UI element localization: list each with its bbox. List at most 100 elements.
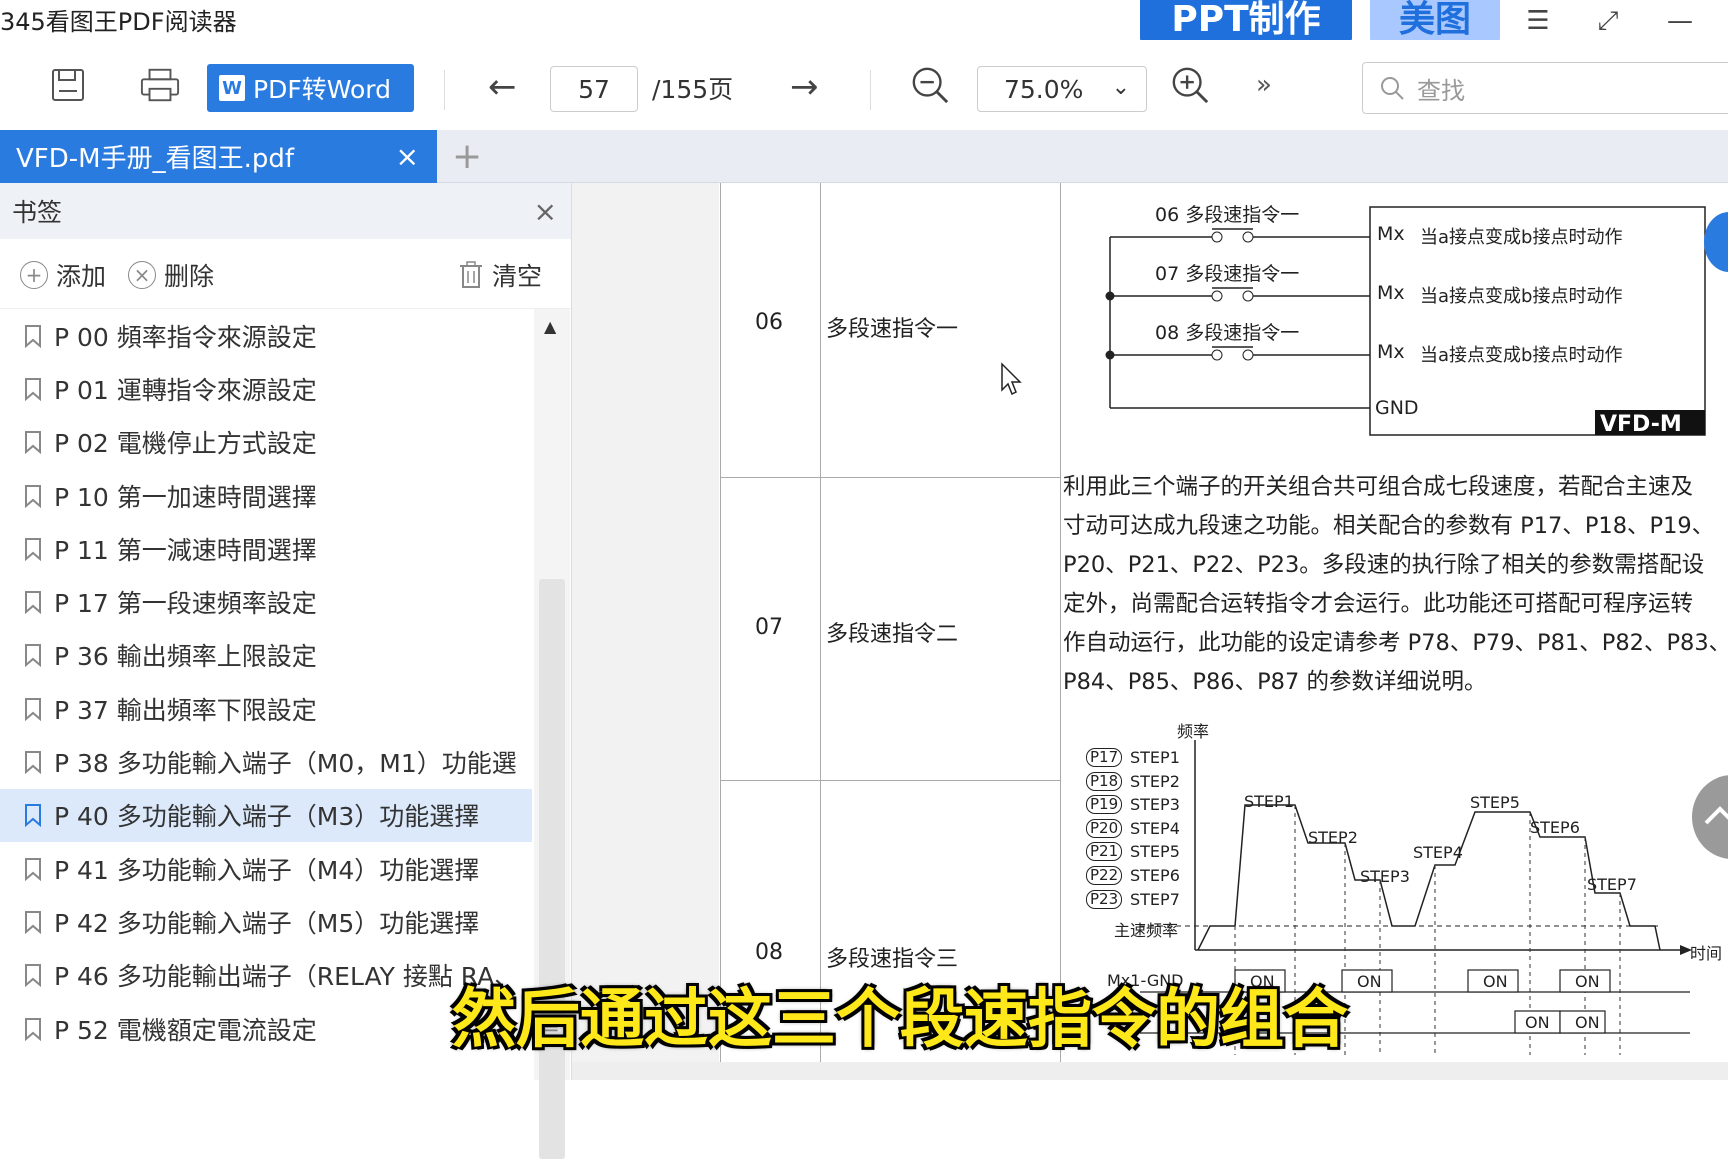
step-name: STEP7 <box>1130 889 1180 909</box>
step-label: STEP3 <box>1360 867 1410 886</box>
close-tab-icon[interactable]: × <box>396 140 419 173</box>
print-icon[interactable] <box>140 65 180 105</box>
on-label: ON <box>1575 972 1600 991</box>
fullscreen-icon[interactable]: ⤢ <box>1592 6 1624 37</box>
bookmark-item[interactable]: P 10 第一加速時間選擇 <box>0 469 532 522</box>
step-label: STEP1 <box>1244 792 1294 811</box>
clear-bookmarks-button[interactable]: 清空 <box>458 257 542 293</box>
document-paragraph: 利用此三个端子的开关组合共可组合成七段速度，若配合主速及 寸动可达成九段速之功能… <box>1063 474 1728 695</box>
zoom-in-icon[interactable] <box>1170 65 1210 105</box>
step-name: STEP6 <box>1130 866 1180 885</box>
title-bar: 345看图王PDF阅读器 PPT制作 美图 ☰ ⤢ — <box>0 0 1728 44</box>
bookmark-icon <box>25 377 41 401</box>
page-number-input[interactable] <box>550 66 638 112</box>
param-tag: P20 <box>1086 818 1123 838</box>
param-tag: P17 <box>1086 748 1123 767</box>
bookmark-icon <box>25 804 41 828</box>
divider <box>444 70 445 110</box>
table-cell-label: 多段速指令一 <box>826 317 959 342</box>
bookmark-item[interactable]: P 00 頻率指令來源設定 <box>0 309 532 362</box>
switch-label: 06 多段速指令一 <box>1155 204 1300 226</box>
word-icon: W <box>219 75 245 101</box>
bookmark-icon <box>25 324 41 348</box>
more-tools-button[interactable]: » <box>1256 70 1272 100</box>
bookmark-label: P 37 輸出頻率下限設定 <box>54 695 317 725</box>
save-icon[interactable] <box>48 65 88 105</box>
bookmark-icon <box>25 484 41 508</box>
plus-icon: + <box>20 261 48 289</box>
bookmark-item[interactable]: P 38 多功能輸入端子（M0，M1）功能選 <box>0 735 532 788</box>
bookmark-item[interactable]: P 41 多功能輸入端子（M4）功能選擇 <box>0 842 532 895</box>
bookmark-item[interactable]: P 02 電機停止方式設定 <box>0 416 532 469</box>
menu-icon[interactable]: ☰ <box>1522 6 1554 36</box>
gnd-label: GND <box>1375 397 1419 419</box>
next-page-icon[interactable]: → <box>790 70 819 104</box>
bookmark-label: P 02 電機停止方式設定 <box>54 429 317 459</box>
y-axis-label: 频率 <box>1177 722 1210 741</box>
bookmark-item[interactable]: P 01 運轉指令來源設定 <box>0 362 532 415</box>
bookmark-scrollbar[interactable]: ▲ ≡ <box>534 309 570 1159</box>
new-tab-icon[interactable]: + <box>452 136 482 177</box>
step-name: STEP1 <box>1130 748 1180 767</box>
bookmark-item[interactable]: P 36 輸出頻率上限設定 <box>0 629 532 682</box>
bookmark-label: P 42 多功能輸入端子（M5）功能選擇 <box>54 908 480 938</box>
close-panel-icon[interactable]: × <box>534 195 557 228</box>
clear-label: 清空 <box>492 262 543 291</box>
scrollbar-thumb[interactable] <box>539 579 565 1159</box>
table-cell-label: 多段速指令三 <box>826 947 959 972</box>
bookmark-panel: 书签 × + 添加 × 删除 清空 P 00 頻率指令來源設定 P 01 運轉指令… <box>0 183 572 1159</box>
table-line <box>720 477 1060 478</box>
bookmark-item[interactable]: P 11 第一減速時間選擇 <box>0 522 532 575</box>
horizontal-scrollbar[interactable] <box>572 1062 1728 1080</box>
bookmark-item[interactable]: P 17 第一段速頻率設定 <box>0 575 532 628</box>
bookmark-panel-title: 书签 <box>12 198 63 227</box>
bookmark-label: P 40 多功能輸入端子（M3）功能選擇 <box>54 802 480 832</box>
param-tag: P21 <box>1086 842 1123 862</box>
mouse-cursor-icon <box>1001 362 1022 396</box>
bookmark-label: P 52 電機額定電流設定 <box>54 1015 317 1045</box>
param-tag: P18 <box>1086 771 1123 791</box>
on-label: ON <box>1525 1013 1550 1032</box>
prev-page-icon[interactable]: ← <box>488 70 517 104</box>
tab-document[interactable]: VFD-M手册_看图王.pdf × <box>0 130 437 183</box>
bookmark-icon <box>25 537 41 561</box>
bookmark-label: P 36 輸出頻率上限設定 <box>54 642 317 672</box>
scroll-up-icon[interactable]: ▲ <box>544 317 556 336</box>
minimize-icon[interactable]: — <box>1664 6 1696 36</box>
search-placeholder: 查找 <box>1417 76 1465 105</box>
table-line <box>820 183 821 1080</box>
switch-label: 08 多段速指令一 <box>1155 322 1300 344</box>
bookmark-icon <box>25 1017 41 1041</box>
meitu-promo-button[interactable]: 美图 <box>1370 0 1500 44</box>
delete-bookmark-button[interactable]: × 删除 <box>128 257 214 293</box>
terminal-label: Mx <box>1377 223 1405 245</box>
bookmark-icon <box>25 431 41 455</box>
zoom-value: 75.0% <box>1004 74 1084 104</box>
bookmark-item[interactable]: P 37 輸出頻率下限設定 <box>0 682 532 735</box>
search-box[interactable]: 查找 <box>1362 62 1728 114</box>
table-cell-label: 多段速指令二 <box>826 622 959 647</box>
param-tag: P19 <box>1086 795 1123 815</box>
ppt-promo-button[interactable]: PPT制作 <box>1140 0 1352 44</box>
add-label: 添加 <box>56 262 107 291</box>
table-cell-num: 08 <box>755 940 783 965</box>
bookmark-icon <box>25 644 41 668</box>
bookmark-icon <box>25 964 41 988</box>
app-title: 345看图王PDF阅读器 <box>0 8 237 36</box>
add-bookmark-button[interactable]: + 添加 <box>20 257 106 293</box>
pdf-to-word-button[interactable]: W PDF转Word <box>207 64 414 112</box>
bookmark-actions: + 添加 × 删除 清空 <box>0 239 571 309</box>
brand-label: VFD-M <box>1600 412 1682 437</box>
bookmark-item[interactable]: P 42 多功能輸入端子（M5）功能選擇 <box>0 895 532 948</box>
bookmark-icon <box>25 751 41 775</box>
tab-label: VFD-M手册_看图王.pdf <box>16 144 295 174</box>
step-label: STEP2 <box>1308 828 1358 847</box>
zoom-select[interactable]: 75.0% ⌄ <box>977 66 1147 112</box>
bookmark-item[interactable]: P 40 多功能輸入端子（M3）功能選擇 <box>0 788 532 842</box>
divider <box>870 70 871 110</box>
step-label: STEP5 <box>1470 793 1520 812</box>
step-name: STEP4 <box>1130 818 1180 838</box>
bookmark-label: P 41 多功能輸入端子（M4）功能選擇 <box>54 855 480 885</box>
tab-bar: VFD-M手册_看图王.pdf × + <box>0 130 1728 183</box>
zoom-out-icon[interactable] <box>910 65 950 105</box>
